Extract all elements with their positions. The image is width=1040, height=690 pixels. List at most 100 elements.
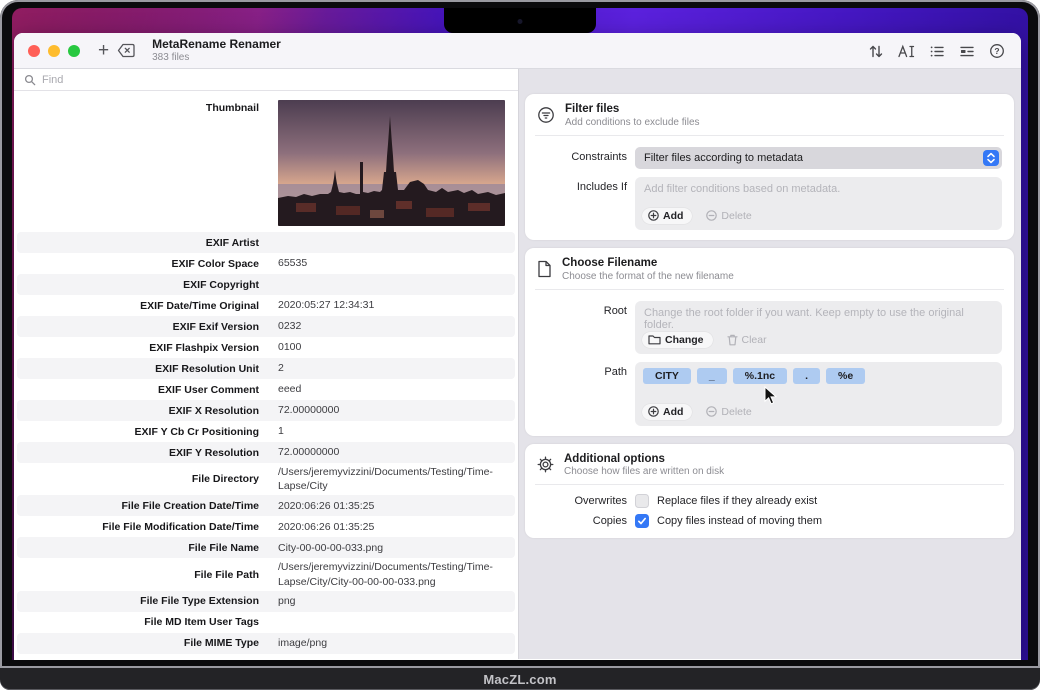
metadata-panel: Find Thumbnail EXIF Artist EXIF Color Sp… <box>14 69 519 659</box>
card-title: Additional options <box>564 452 665 465</box>
delete-condition-button[interactable]: Delete <box>702 208 755 224</box>
metadata-key: EXIF Flashpix Version <box>149 341 259 354</box>
metadata-value: 2 <box>278 362 284 375</box>
includes-if-label: Includes If <box>576 180 627 193</box>
add-path-component-button[interactable]: Add <box>642 403 693 420</box>
minus-circle-icon <box>706 210 718 222</box>
metadata-key: EXIF Copyright <box>183 278 259 291</box>
add-condition-button[interactable]: Add <box>642 207 693 224</box>
metadata-row[interactable]: File Directory/Users/jeremyvizzini/Docum… <box>17 463 515 495</box>
metadata-row[interactable]: EXIF Copyright <box>17 274 515 295</box>
root-folder-box[interactable]: Change the root folder if you want. Keep… <box>635 300 1002 354</box>
minimize-window-button[interactable] <box>48 44 60 57</box>
path-token[interactable]: _ <box>696 367 727 384</box>
app-window: + MetaRename Renamer 383 files ? Find Th… <box>14 33 1021 660</box>
metadata-key: EXIF User Comment <box>158 383 259 396</box>
clear-root-button[interactable]: Clear <box>723 332 771 348</box>
metadata-key: File Directory <box>191 473 259 486</box>
change-root-button[interactable]: Change <box>642 331 713 348</box>
copies-checkbox[interactable] <box>635 514 649 529</box>
root-label: Root <box>603 304 627 317</box>
metadata-row[interactable]: EXIF Resolution Unit 2 <box>17 358 515 379</box>
clear-label: Clear <box>741 333 767 346</box>
constraints-label: Constraints <box>571 150 627 163</box>
window-title: MetaRename Renamer <box>152 36 281 51</box>
metadata-key: File File Type Extension <box>140 595 259 608</box>
divider <box>535 484 1004 486</box>
trash-icon <box>726 334 738 345</box>
thumbnail-label: Thumbnail <box>205 102 259 114</box>
metadata-key: EXIF Y Cb Cr Positioning <box>134 425 259 438</box>
metadata-value: 72.00000000 <box>278 404 340 417</box>
metadata-row[interactable]: EXIF Exif Version 0232 <box>17 316 515 337</box>
path-token[interactable]: %.1nc <box>732 367 788 384</box>
metadata-value: /Users/jeremyvizzini/Documents/Testing/T… <box>278 561 493 588</box>
constraints-dropdown[interactable]: Filter files according to metadata <box>635 146 1002 169</box>
overwrites-checkbox[interactable] <box>635 494 649 509</box>
metadata-row[interactable]: File MD Item User Tags <box>17 612 515 633</box>
metadata-row[interactable]: File File Type Extension png <box>17 590 515 612</box>
sort-button[interactable] <box>868 44 884 59</box>
metadata-row[interactable]: File File Path/Users/jeremyvizzini/Docum… <box>17 558 515 590</box>
metadata-row[interactable]: File MIME Type image/png <box>17 632 515 654</box>
filter-conditions-box[interactable]: Add filter conditions based on metadata.… <box>635 176 1002 230</box>
metadata-key: EXIF Color Space <box>171 257 259 270</box>
delete-path-component-button[interactable]: Delete <box>702 404 755 420</box>
card-subtitle: Add conditions to exclude files <box>565 116 700 128</box>
path-label: Path <box>604 365 627 378</box>
metadata-key: File File Modification Date/Time <box>102 520 259 533</box>
metadata-value: 1 <box>278 425 284 438</box>
path-token-list: CITY _ %.1nc. %e <box>635 362 1002 384</box>
gear-icon <box>537 456 554 473</box>
metadata-key: File MD Item User Tags <box>144 616 259 629</box>
filter-files-card: Filter files Add conditions to exclude f… <box>525 94 1014 240</box>
metadata-row[interactable]: File File Creation Date/Time 2020:06:26 0… <box>17 495 515 517</box>
choose-filename-card: Choose Filename Choose the format of the… <box>525 247 1014 436</box>
minus-circle-icon <box>706 406 718 417</box>
metadata-value: City-00-00-00-033.png <box>278 541 384 554</box>
path-token[interactable]: CITY <box>643 367 691 384</box>
metadata-row[interactable]: File File Name City-00-00-00-033.png <box>17 537 515 559</box>
metadata-value: 72.00000000 <box>278 446 340 459</box>
close-window-button[interactable] <box>28 44 40 57</box>
search-icon <box>24 74 36 85</box>
metadata-row[interactable]: File File Modification Date/Time 2020:06:… <box>17 516 515 537</box>
metadata-row[interactable]: EXIF Y Cb Cr Positioning 1 <box>17 421 515 442</box>
metadata-row[interactable]: EXIF User Comment eeed <box>17 379 515 400</box>
path-token[interactable]: %e <box>826 367 866 384</box>
metadata-row[interactable]: EXIF Y Resolution 72.00000000 <box>17 442 515 463</box>
card-subtitle: Choose the format of the new filename <box>562 270 734 282</box>
search-placeholder: Find <box>42 73 64 86</box>
metadata-value: 2020:06:26 01:35:25 <box>278 499 375 512</box>
overwrites-label: Overwrites <box>574 495 627 508</box>
options-panel: Filter files Add conditions to exclude f… <box>519 69 1021 659</box>
macbook-mockup: + MetaRename Renamer 383 files ? Find Th… <box>0 0 1040 690</box>
rename-button[interactable] <box>898 44 915 59</box>
metadata-key: EXIF X Resolution <box>168 404 259 417</box>
search-field[interactable]: Find <box>14 69 518 91</box>
sort-icon <box>869 45 883 57</box>
filter-icon <box>537 106 555 124</box>
group-view-button[interactable] <box>959 44 975 59</box>
metadata-row[interactable]: EXIF Flashpix Version 0100 <box>17 337 515 358</box>
metadata-key: File File Creation Date/Time <box>121 499 259 512</box>
help-button[interactable]: ? <box>989 43 1005 59</box>
metadata-row[interactable]: EXIF Artist <box>17 232 515 253</box>
clear-list-button[interactable] <box>117 43 136 58</box>
metadata-row[interactable]: EXIF Color Space 65535 <box>17 253 515 274</box>
metadata-row[interactable]: EXIF Date/Time Original 2020:05:27 12:34:… <box>17 295 515 316</box>
metadata-value: 65535 <box>278 257 308 270</box>
thumbnail-row: Thumbnail <box>17 94 515 232</box>
svg-text:?: ? <box>994 46 999 56</box>
path-token[interactable]: . <box>793 367 821 384</box>
metadata-key: EXIF Date/Time Original <box>140 299 259 312</box>
add-files-button[interactable]: + <box>98 41 109 60</box>
metadata-value: 2020:06:26 01:35:25 <box>278 520 375 533</box>
metadata-row[interactable]: EXIF X Resolution 72.00000000 <box>17 400 515 421</box>
copies-text: Copy files instead of moving them <box>657 515 823 528</box>
list-view-button[interactable] <box>929 44 945 59</box>
zoom-window-button[interactable] <box>68 44 80 57</box>
path-format-box[interactable]: CITY _ %.1nc. %e Add Delete <box>635 361 1002 426</box>
metadata-value: /Users/jeremyvizzini/Documents/Testing/T… <box>278 466 493 493</box>
overwrites-text: Replace files if they already exist <box>657 495 818 508</box>
